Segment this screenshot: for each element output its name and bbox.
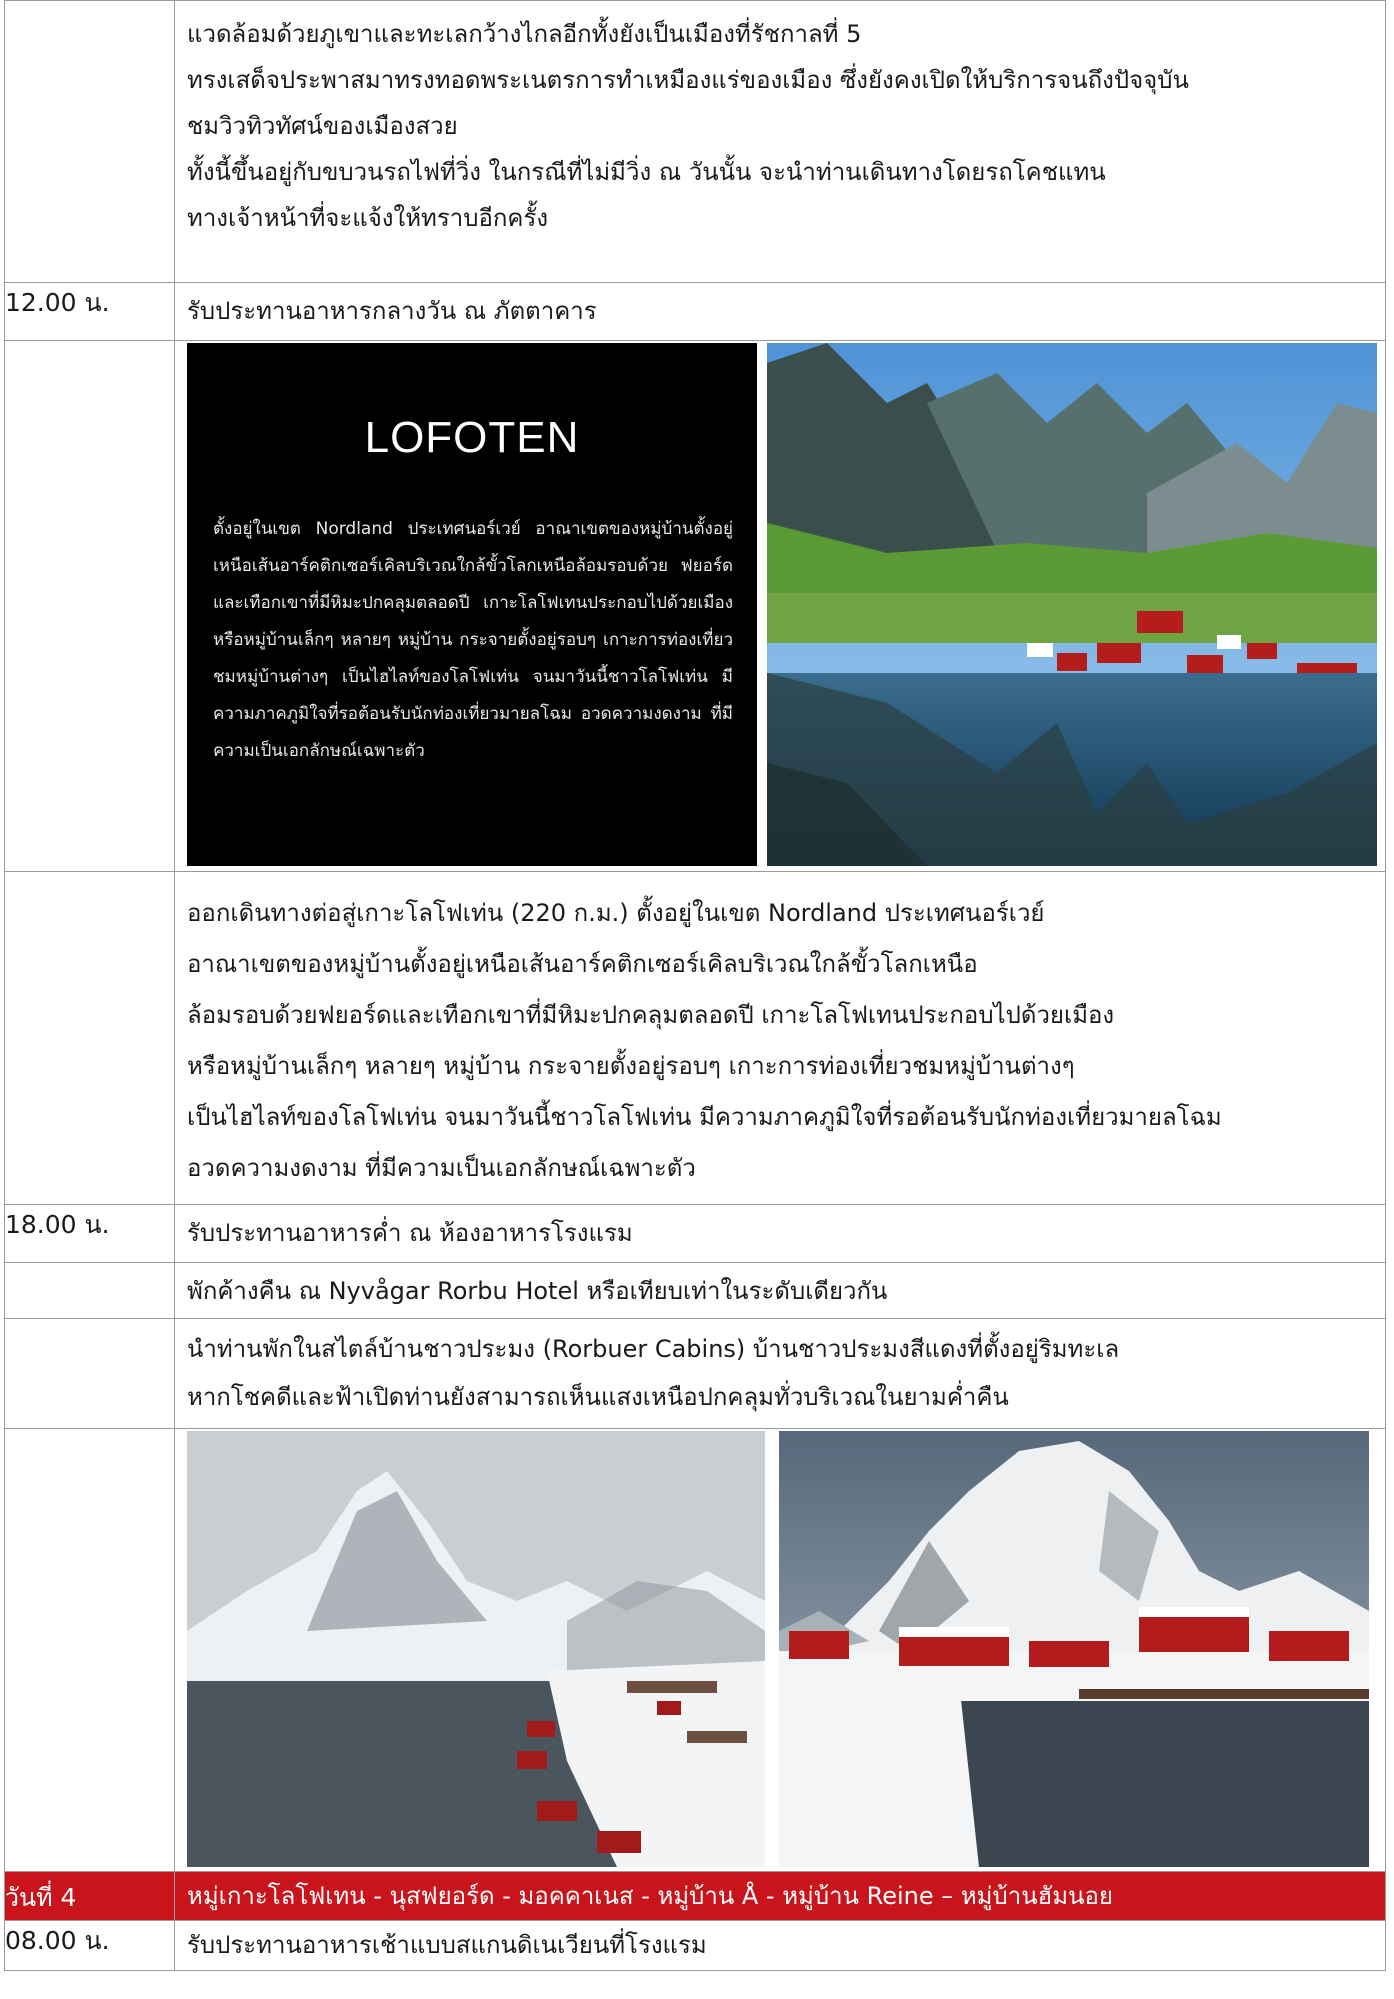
text-line: หรือหมู่บ้านเล็กๆ หลายๆ หมู่บ้าน กระจายต… bbox=[187, 1052, 1075, 1080]
text-line: ล้อมรอบด้วยฟยอร์ดและเทือกเขาที่มีหิมะปกค… bbox=[187, 1001, 1115, 1029]
lofoten-description: ตั้งอยู่ในเขต Nordland ประเทศนอร์เวย์ อา… bbox=[213, 519, 733, 761]
text-line: เป็นไฮไลท์ของโลโฟเท่น จนมาวันนี้ชาวโลโฟเ… bbox=[187, 1103, 1222, 1131]
text-line: แวดล้อมด้วยภูเขาและทะเลกว้างไกลอีกทั้งยั… bbox=[187, 20, 862, 48]
breakfast-text: รับประทานอาหารเช้าแบบสแกนดิเนเวียนที่โรง… bbox=[187, 1931, 707, 1959]
lofoten-title: LOFOTEN bbox=[364, 413, 580, 462]
text-line: ทางเจ้าหน้าที่จะแจ้งให้ทราบอีกครั้ง bbox=[187, 204, 549, 232]
table-row bbox=[4, 1428, 1386, 1872]
text-line: นำท่านพักในสไตล์บ้านชาวประมง (Rorbuer Ca… bbox=[187, 1335, 1120, 1363]
description-cell: นำท่านพักในสไตล์บ้านชาวประมง (Rorbuer Ca… bbox=[174, 1318, 1386, 1429]
table-row: นำท่านพักในสไตล์บ้านชาวประมง (Rorbuer Ca… bbox=[4, 1318, 1386, 1429]
time-cell-empty bbox=[4, 871, 175, 1205]
fjord-village-photo bbox=[767, 343, 1377, 866]
time-cell: 18.00 น. bbox=[4, 1204, 175, 1263]
text-line: ทั้งนี้ขึ้นอยู่กับขบวนรถไฟที่วิ่ง ในกรณี… bbox=[187, 158, 1106, 186]
time-cell: 12.00 น. bbox=[4, 282, 175, 341]
time-cell-empty bbox=[4, 1262, 175, 1319]
text-line: หากโชคดีและฟ้าเปิดท่านยังสามารถเห็นแสงเห… bbox=[187, 1383, 1009, 1411]
dinner-text: รับประทานอาหารค่ำ ณ ห้องอาหารโรงแรม bbox=[187, 1219, 633, 1247]
itinerary-page: แวดล้อมด้วยภูเขาและทะเลกว้างไกลอีกทั้งยั… bbox=[4, 0, 1386, 1999]
time-cell-empty bbox=[4, 1428, 175, 1872]
table-row: ออกเดินทางต่อสู่เกาะโลโฟเท่น (220 ก.ม.) … bbox=[4, 871, 1386, 1205]
time-cell: 08.00 น. bbox=[4, 1920, 175, 1971]
text-line: อวดความงดงาม ที่มีความเป็นเอกลักษณ์เฉพาะ… bbox=[187, 1154, 696, 1182]
time-cell-empty bbox=[4, 340, 175, 872]
table-row: 12.00 น. รับประทานอาหารกลางวัน ณ ภัตตาคา… bbox=[4, 282, 1386, 341]
image-cell bbox=[174, 1428, 1386, 1872]
itinerary-table: แวดล้อมด้วยภูเขาและทะเลกว้างไกลอีกทั้งยั… bbox=[4, 0, 1386, 1971]
lunch-text: รับประทานอาหารกลางวัน ณ ภัตตาคาร bbox=[187, 297, 597, 325]
text-line: ชมวิวทิวทัศน์ของเมืองสวย bbox=[187, 112, 458, 140]
snowy-harbor-photo bbox=[187, 1431, 765, 1867]
table-row: LOFOTEN ตั้งอยู่ในเขต Nordland ประเทศนอร… bbox=[4, 340, 1386, 872]
image-cell: LOFOTEN ตั้งอยู่ในเขต Nordland ประเทศนอร… bbox=[174, 340, 1386, 872]
description-cell: แวดล้อมด้วยภูเขาและทะเลกว้างไกลอีกทั้งยั… bbox=[174, 0, 1386, 283]
description-cell: ออกเดินทางต่อสู่เกาะโลโฟเท่น (220 ก.ม.) … bbox=[174, 871, 1386, 1205]
day-route-cell: หมู่เกาะโลโฟเทน - นุสฟยอร์ด - มอคคาเนส -… bbox=[174, 1871, 1386, 1921]
text-line: ทรงเสด็จประพาสมาทรงทอดพระเนตรการทำเหมือง… bbox=[187, 66, 1189, 94]
lofoten-info-panel: LOFOTEN ตั้งอยู่ในเขต Nordland ประเทศนอร… bbox=[187, 343, 757, 866]
hotel-text: พักค้างคืน ณ Nyvågar Rorbu Hotel หรือเที… bbox=[187, 1277, 888, 1305]
description-cell: พักค้างคืน ณ Nyvågar Rorbu Hotel หรือเที… bbox=[174, 1262, 1386, 1319]
snowy-village-photo bbox=[779, 1431, 1369, 1867]
description-cell: รับประทานอาหารกลางวัน ณ ภัตตาคาร bbox=[174, 282, 1386, 341]
table-row: พักค้างคืน ณ Nyvågar Rorbu Hotel หรือเที… bbox=[4, 1262, 1386, 1319]
description-cell: รับประทานอาหารค่ำ ณ ห้องอาหารโรงแรม bbox=[174, 1204, 1386, 1263]
text-line: อาณาเขตของหมู่บ้านตั้งอยู่เหนือเส้นอาร์ค… bbox=[187, 950, 978, 978]
table-row: 18.00 น. รับประทานอาหารค่ำ ณ ห้องอาหารโร… bbox=[4, 1204, 1386, 1263]
text-line: ออกเดินทางต่อสู่เกาะโลโฟเท่น (220 ก.ม.) … bbox=[187, 899, 1045, 927]
table-row: วันที่ 4 หมู่เกาะโลโฟเทน - นุสฟยอร์ด - ม… bbox=[4, 1871, 1386, 1921]
table-row: แวดล้อมด้วยภูเขาและทะเลกว้างไกลอีกทั้งยั… bbox=[4, 0, 1386, 283]
day-label: วันที่ 4 bbox=[4, 1871, 175, 1921]
description-cell: รับประทานอาหารเช้าแบบสแกนดิเนเวียนที่โรง… bbox=[174, 1920, 1386, 1971]
table-row: 08.00 น. รับประทานอาหารเช้าแบบสแกนดิเนเว… bbox=[4, 1920, 1386, 1971]
day-route: หมู่เกาะโลโฟเทน - นุสฟยอร์ด - มอคคาเนส -… bbox=[187, 1882, 1113, 1910]
time-cell-empty bbox=[4, 1318, 175, 1429]
time-cell-empty bbox=[4, 0, 175, 283]
